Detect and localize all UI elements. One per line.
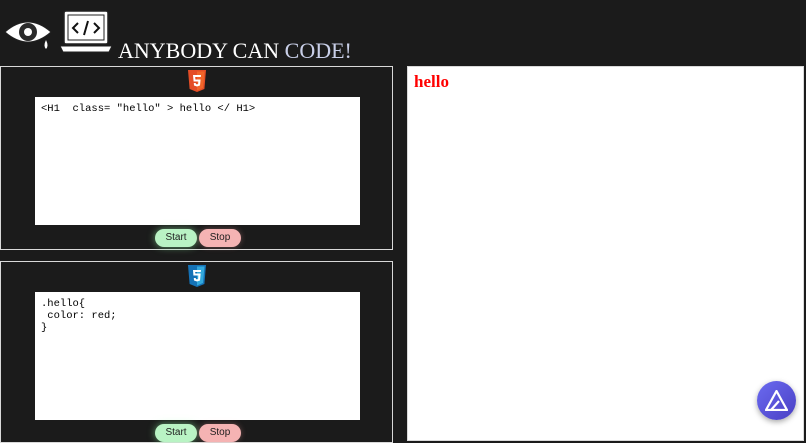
assistant-button[interactable] (757, 381, 796, 420)
laptop-code-icon (60, 10, 112, 53)
output-preview: hello (407, 66, 804, 441)
css-stop-button[interactable]: Stop (199, 424, 241, 442)
css3-icon (188, 265, 206, 287)
html-code-editor[interactable]: <H1 class= "hello" > hello </ H1> (35, 97, 360, 225)
css-code-editor[interactable]: .hello{ color: red; } (35, 292, 360, 420)
html5-icon (188, 70, 206, 92)
css-editor-panel: .hello{ color: red; } Start Stop (0, 261, 393, 443)
html-controls: Start Stop (155, 229, 245, 247)
css-start-button[interactable]: Start (155, 424, 197, 442)
html-editor-panel: <H1 class= "hello" > hello </ H1> Start … (0, 66, 393, 250)
eye-icon (4, 21, 52, 49)
assistant-icon (765, 390, 788, 411)
html-start-button[interactable]: Start (155, 229, 197, 247)
css-controls: Start Stop (155, 424, 245, 442)
html-stop-button[interactable]: Stop (199, 229, 241, 247)
app-header: ANYBODY CAN CODE! (0, 0, 806, 64)
page-title: ANYBODY CAN CODE! (118, 38, 352, 63)
preview-heading: hello (414, 72, 449, 91)
